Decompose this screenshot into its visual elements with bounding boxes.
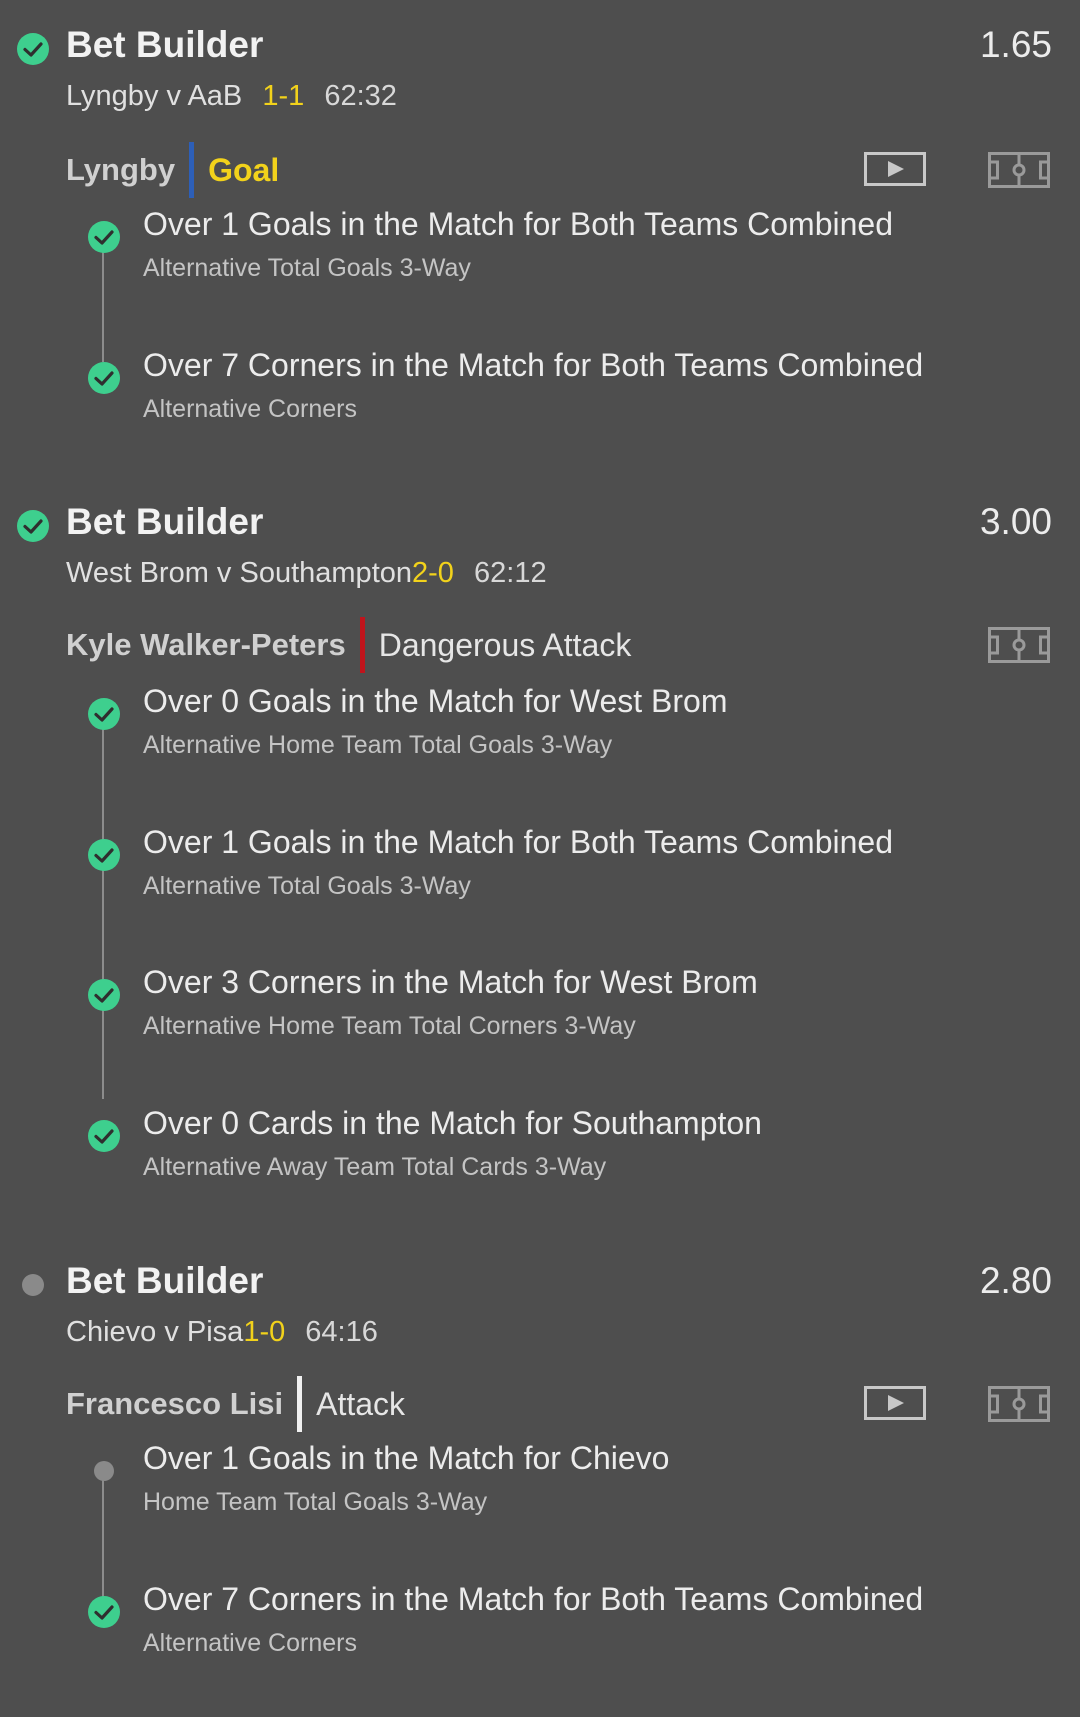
leg-item: Over 7 Corners in the Match for Both Tea… bbox=[0, 1581, 1080, 1717]
bet-title: Bet Builder bbox=[66, 501, 264, 542]
bet-card-1[interactable]: Bet Builder 1.65 Lyngby v AaB 1-1 62:32 … bbox=[0, 20, 1080, 440]
leg-market: Home Team Total Goals 3-Way bbox=[143, 1488, 488, 1516]
bet-card-3[interactable]: Bet Builder 2.80 Chievo v Pisa1-0 64:16 … bbox=[0, 1256, 1080, 1676]
leg-market: Alternative Total Goals 3-Way bbox=[143, 872, 471, 900]
leg-market: Alternative Corners bbox=[143, 395, 357, 423]
bet-header: Bet Builder 1.65 bbox=[0, 20, 1080, 80]
leg-market: Alternative Home Team Total Corners 3-Wa… bbox=[143, 1012, 636, 1040]
leg-selection: Over 3 Corners in the Match for West Bro… bbox=[143, 964, 758, 1000]
pitch-icon[interactable] bbox=[988, 627, 1050, 663]
leg-market: Alternative Corners bbox=[143, 1629, 357, 1657]
play-video-icon[interactable] bbox=[864, 1386, 926, 1420]
check-circle-icon bbox=[17, 33, 49, 65]
leg-selection: Over 0 Goals in the Match for West Brom bbox=[143, 683, 728, 719]
match-clock: 62:12 bbox=[474, 557, 547, 589]
pitch-icon[interactable] bbox=[988, 1386, 1050, 1422]
match-name: West Brom v Southampton bbox=[66, 557, 413, 589]
match-score: 2-0 bbox=[412, 557, 454, 589]
check-circle-icon bbox=[88, 698, 120, 730]
play-video-icon[interactable] bbox=[864, 152, 926, 186]
pending-dot-icon bbox=[94, 1461, 114, 1481]
leg-selection: Over 7 Corners in the Match for Both Tea… bbox=[143, 347, 924, 383]
leg-item: Over 1 Goals in the Match for Both Teams… bbox=[0, 206, 1080, 342]
leg-selection: Over 1 Goals in the Match for Both Teams… bbox=[143, 206, 893, 242]
bet-card-2[interactable]: Bet Builder 3.00 West Brom v Southampton… bbox=[0, 497, 1080, 1197]
pending-dot-icon bbox=[22, 1274, 44, 1296]
leg-market: Alternative Home Team Total Goals 3-Way bbox=[143, 731, 613, 759]
match-clock: 62:32 bbox=[324, 80, 397, 112]
check-circle-icon bbox=[17, 510, 49, 542]
leg-market: Alternative Away Team Total Cards 3-Way bbox=[143, 1153, 607, 1181]
check-circle-icon bbox=[88, 362, 120, 394]
leg-item: Over 7 Corners in the Match for Both Tea… bbox=[0, 347, 1080, 483]
check-circle-icon bbox=[88, 1120, 120, 1152]
check-circle-icon bbox=[88, 839, 120, 871]
leg-item: Over 0 Cards in the Match for Southampto… bbox=[0, 1105, 1080, 1241]
match-info: West Brom v Southampton2-0 62:12 bbox=[66, 557, 547, 590]
bet-title: Bet Builder bbox=[66, 1260, 264, 1301]
bet-header: Bet Builder 3.00 bbox=[0, 497, 1080, 557]
leg-market: Alternative Total Goals 3-Way bbox=[143, 254, 471, 282]
leg-item: Over 1 Goals in the Match for Chievo Hom… bbox=[0, 1440, 1080, 1576]
pitch-icon[interactable] bbox=[988, 152, 1050, 188]
leg-selection: Over 7 Corners in the Match for Both Tea… bbox=[143, 1581, 924, 1617]
leg-selection: Over 1 Goals in the Match for Both Teams… bbox=[143, 824, 893, 860]
leg-item: Over 1 Goals in the Match for Both Teams… bbox=[0, 824, 1080, 960]
match-name: Chievo v Pisa bbox=[66, 1316, 244, 1348]
bet-odds: 3.00 bbox=[979, 501, 1052, 542]
leg-item: Over 0 Goals in the Match for West Brom … bbox=[0, 683, 1080, 819]
bet-header: Bet Builder 2.80 bbox=[0, 1256, 1080, 1316]
leg-selection: Over 1 Goals in the Match for Chievo bbox=[143, 1440, 670, 1476]
check-circle-icon bbox=[88, 979, 120, 1011]
match-name: Lyngby v AaB bbox=[66, 80, 243, 112]
match-score: 1-1 bbox=[262, 80, 305, 112]
leg-item: Over 3 Corners in the Match for West Bro… bbox=[0, 964, 1080, 1100]
match-info: Chievo v Pisa1-0 64:16 bbox=[66, 1316, 378, 1349]
match-info: Lyngby v AaB 1-1 62:32 bbox=[66, 80, 397, 113]
check-circle-icon bbox=[88, 221, 120, 253]
leg-selection: Over 0 Cards in the Match for Southampto… bbox=[143, 1105, 762, 1141]
bet-odds: 1.65 bbox=[979, 24, 1052, 65]
bet-odds: 2.80 bbox=[979, 1260, 1052, 1301]
match-clock: 64:16 bbox=[305, 1316, 378, 1348]
match-score: 1-0 bbox=[243, 1316, 286, 1348]
check-circle-icon bbox=[88, 1596, 120, 1628]
bet-title: Bet Builder bbox=[66, 24, 264, 65]
